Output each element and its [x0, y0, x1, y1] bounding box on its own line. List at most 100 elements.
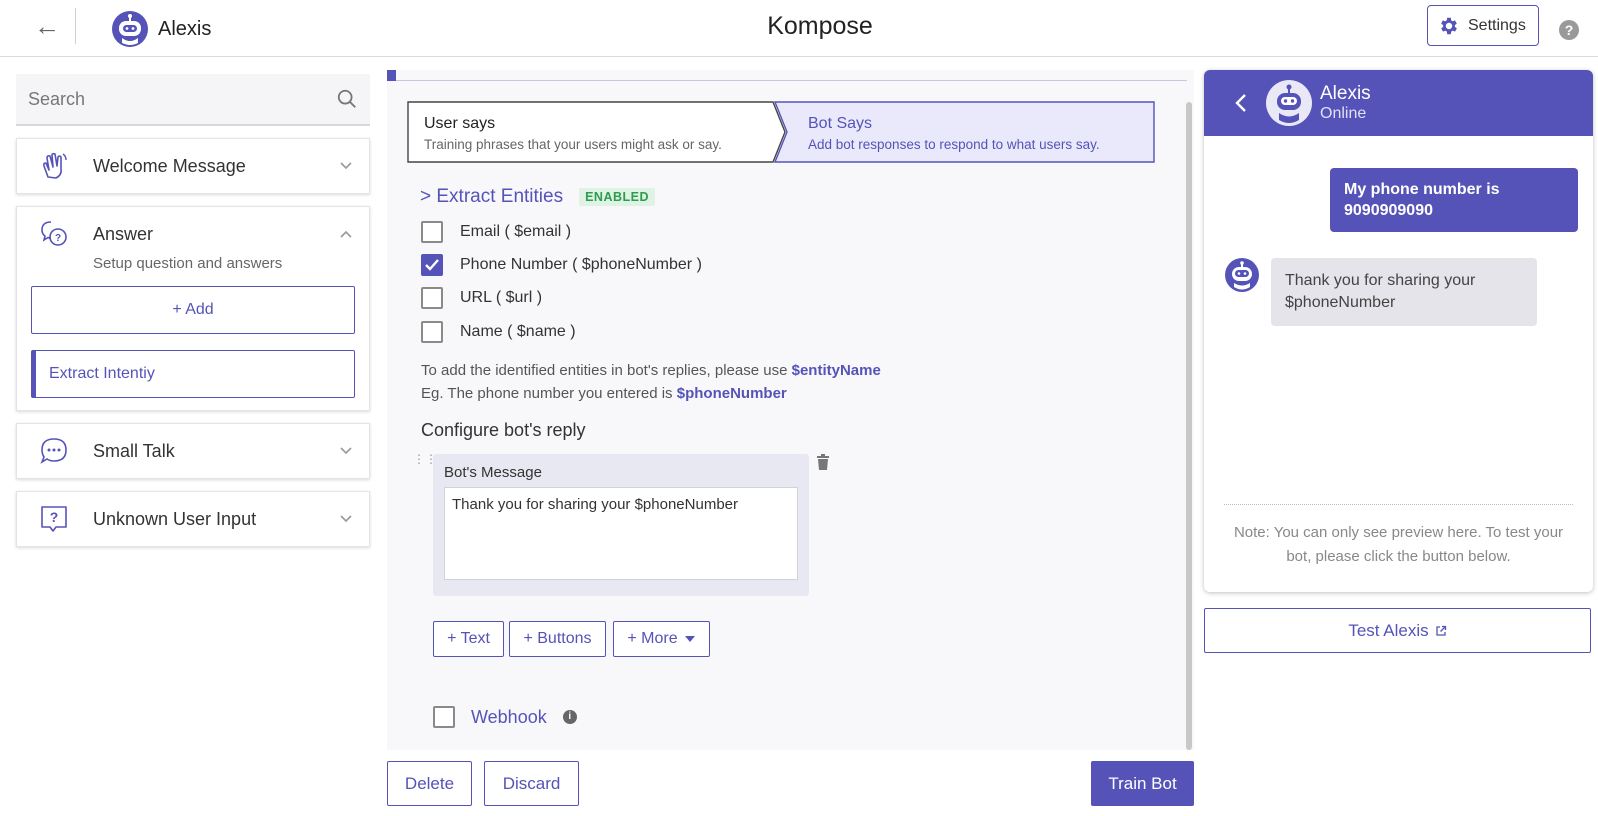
section-label: Unknown User Input	[93, 508, 257, 529]
section-header-welcome-message[interactable]: Welcome Message	[17, 139, 369, 193]
chat-dots-icon	[40, 438, 67, 464]
email-checkbox[interactable]	[421, 221, 443, 243]
webhook-label: Webhook	[471, 706, 547, 727]
configure-reply-title: Configure bot's reply	[421, 420, 586, 440]
section-small-talk: Small Talk	[16, 423, 370, 479]
extract-entities-toggle[interactable]: > Extract Entities	[420, 186, 563, 208]
app-title: Kompose	[767, 12, 873, 40]
add-more-dropdown[interactable]: + More	[613, 621, 710, 657]
hint-variable: $entityName	[791, 362, 881, 379]
hand-wave-icon	[42, 152, 67, 179]
bot-avatar	[112, 11, 148, 47]
test-bot-label: Test Alexis	[1348, 620, 1429, 640]
train-bot-button[interactable]: Train Bot	[1091, 761, 1194, 806]
add-answer-button[interactable]: + Add	[31, 286, 355, 334]
settings-label: Settings	[1468, 16, 1526, 34]
step-bot-says[interactable]: Bot Says Add bot responses to respond to…	[774, 101, 1156, 163]
status-badge: ENABLED	[579, 188, 656, 206]
url-checkbox[interactable]	[421, 287, 443, 309]
preview-divider	[1224, 504, 1573, 505]
chevron-down-icon[interactable]	[339, 159, 353, 173]
discard-button[interactable]: Discard	[484, 761, 579, 806]
chevron-down-icon[interactable]	[339, 444, 353, 458]
add-text-button[interactable]: + Text	[433, 621, 504, 657]
test-bot-button[interactable]: Test Alexis	[1204, 608, 1591, 653]
intent-editor: User says Training phrases that your use…	[387, 70, 1194, 750]
intent-item-extract-intentiy[interactable]: Extract Intentiy	[31, 350, 355, 398]
step-user-says[interactable]: User says Training phrases that your use…	[407, 101, 787, 163]
bot-message-card: Bot's Message Thank you for sharing your…	[433, 454, 809, 596]
search-input[interactable]	[28, 88, 336, 110]
bot-message-label: Bot's Message	[444, 464, 542, 481]
settings-button[interactable]: Settings	[1427, 5, 1539, 46]
entity-option-url: URL ( $url )	[421, 287, 542, 309]
hint-text: To add the identified entities in bot's …	[421, 362, 792, 379]
preview-header: Alexis Online	[1204, 70, 1593, 136]
info-icon[interactable]: i	[562, 710, 577, 724]
editor-scrollbar[interactable]	[1186, 102, 1192, 750]
entity-label: Phone Number ( $phoneNumber )	[460, 256, 702, 273]
preview-bot-status: Online	[1320, 105, 1367, 122]
trash-icon[interactable]	[816, 454, 830, 470]
help-icon[interactable]: ?	[1559, 20, 1579, 40]
checkmark-icon	[425, 259, 439, 271]
entity-option-email: Email ( $email )	[421, 221, 571, 243]
entity-label: Name ( $name )	[460, 323, 576, 340]
add-buttons-button[interactable]: + Buttons	[509, 621, 606, 657]
progress-track	[387, 80, 1187, 81]
external-link-icon	[1436, 625, 1446, 636]
entity-example: Eg. The phone number you entered is $pho…	[421, 385, 787, 402]
header-bot-name: Alexis	[158, 18, 212, 40]
chevron-up-icon[interactable]	[339, 227, 353, 241]
add-more-label: + More	[627, 630, 678, 647]
progress-indicator	[387, 70, 396, 81]
chevron-down-icon[interactable]	[339, 512, 353, 526]
section-header-unknown-user-input[interactable]: ? Unknown User Input	[17, 492, 369, 546]
step-description: Add bot responses to respond to what use…	[808, 137, 1100, 152]
bot-avatar	[1225, 258, 1259, 292]
section-subtitle: Setup question and answers	[93, 255, 283, 272]
user-message-bubble: My phone number is 9090909090	[1330, 168, 1578, 232]
section-header-small-talk[interactable]: Small Talk	[17, 424, 369, 478]
name-checkbox[interactable]	[421, 321, 443, 343]
section-answer: ? Answer Setup question and answers + Ad…	[16, 206, 370, 411]
section-unknown-user-input: ? Unknown User Input	[16, 491, 370, 547]
preview-note: Note: You can only see preview here. To …	[1233, 524, 1564, 565]
header-divider	[75, 8, 76, 44]
top-header: ← Alexis Kompose Settings ?	[0, 0, 1598, 57]
question-chat-icon: ?	[41, 221, 67, 246]
question-box-icon: ?	[41, 506, 67, 532]
entity-option-phone: Phone Number ( $phoneNumber )	[421, 254, 702, 276]
search-box	[16, 74, 370, 126]
step-title: Bot Says	[808, 115, 873, 132]
svg-text:?: ?	[50, 509, 59, 525]
bot-message-input[interactable]: Thank you for sharing your $phoneNumber	[444, 487, 798, 580]
extract-entities-header: > Extract Entities ENABLED	[420, 186, 656, 208]
webhook-option: Webhook i	[433, 706, 577, 728]
delete-button[interactable]: Delete	[387, 761, 472, 806]
section-label: Answer	[93, 223, 154, 244]
section-label: Welcome Message	[93, 155, 246, 176]
chat-preview: Alexis Online My phone number is 9090909…	[1204, 70, 1593, 592]
svg-text:?: ?	[55, 233, 61, 244]
section-label: Small Talk	[93, 440, 175, 461]
back-arrow-icon[interactable]: ←	[34, 12, 60, 40]
entity-label: Email ( $email )	[460, 223, 572, 240]
search-icon[interactable]	[336, 88, 358, 110]
chevron-left-icon[interactable]	[1234, 92, 1248, 114]
sidebar: Welcome Message ? Answer Setup question …	[16, 74, 370, 547]
bot-message-bubble: Thank you for sharing your $phoneNumber	[1271, 258, 1537, 326]
bot-avatar	[1266, 80, 1312, 126]
step-description: Training phrases that your users might a…	[424, 137, 722, 152]
entity-option-name: Name ( $name )	[421, 321, 576, 343]
hint-text: Eg. The phone number you entered is	[421, 385, 677, 402]
section-header-answer[interactable]: ? Answer	[17, 207, 369, 261]
preview-bot-name: Alexis	[1320, 83, 1371, 104]
step-title: User says	[424, 115, 496, 132]
caret-down-icon	[684, 636, 695, 642]
hint-variable: $phoneNumber	[676, 385, 787, 402]
entity-hint: To add the identified entities in bot's …	[421, 362, 881, 379]
webhook-checkbox[interactable]	[433, 706, 455, 728]
phone-checkbox[interactable]	[421, 254, 443, 276]
entity-label: URL ( $url )	[460, 289, 543, 306]
